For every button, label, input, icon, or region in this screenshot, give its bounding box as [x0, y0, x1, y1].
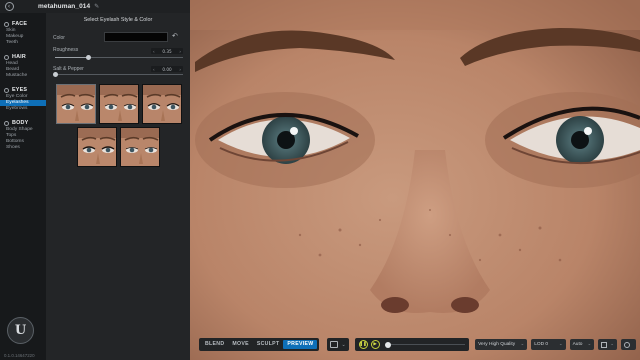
auto-value: Auto — [572, 342, 583, 347]
eyelash-thumbnail-5[interactable] — [120, 127, 160, 167]
nav-group-label: FACE — [12, 21, 28, 27]
decrement-icon[interactable]: ‹ — [153, 67, 155, 72]
lighting-dropdown[interactable]: ⌄ — [598, 339, 617, 350]
sidebar-item-eyebrows[interactable]: Eyebrows — [0, 106, 46, 112]
sidebar: FACE Skin Makeup Teeth HAIR Head Beard M… — [0, 13, 46, 360]
eyelash-preview-image — [78, 128, 116, 166]
nav-group-body: BODY Body Shape Tops Bottoms Shoes — [0, 119, 46, 151]
chevron-down-icon: ⌄ — [341, 341, 346, 348]
eyelash-preview-image — [100, 85, 138, 123]
3d-viewport[interactable] — [190, 0, 640, 360]
mode-switcher: BLEND MOVE SCULPT PREVIEW — [199, 338, 320, 351]
nav-group-body-header[interactable]: BODY — [0, 119, 46, 127]
nav-group-face: FACE Skin Makeup Teeth — [0, 20, 46, 46]
eyelash-panel: Select Eyelash Style & Color Color ↶ Rou… — [46, 13, 190, 360]
chevron-down-icon: ⌄ — [587, 342, 592, 347]
roughness-slider-fill — [55, 57, 89, 58]
roughness-slider[interactable] — [55, 55, 183, 60]
title-bar: ‹ metahuman_014 ✎ — [0, 0, 190, 13]
nav-group-eyes-header[interactable]: EYES — [0, 86, 46, 94]
color-swatch[interactable] — [104, 32, 168, 42]
salt-pepper-slider[interactable] — [53, 72, 183, 77]
eyelash-preview-image — [57, 85, 95, 123]
body-icon — [4, 120, 9, 126]
metahuman-face-render — [190, 0, 640, 360]
chevron-down-icon: ⌄ — [610, 342, 614, 347]
eyelash-thumbnail-3[interactable] — [142, 84, 182, 124]
camera-dropdown[interactable]: ⌄ — [327, 338, 349, 351]
mode-preview-button[interactable]: PREVIEW — [283, 340, 318, 349]
nav-group-label: BODY — [12, 120, 29, 126]
unreal-logo-icon: U — [7, 317, 34, 344]
nav-group-eyes: EYES Eye Color Eyelashes Eyebrows — [0, 86, 46, 112]
nav-group-hair: HAIR Head Beard Mustache — [0, 53, 46, 79]
color-label: Color — [53, 35, 65, 41]
animation-timeline[interactable] — [384, 341, 466, 348]
salt-pepper-value: 0.00 — [162, 66, 172, 72]
quality-value: Very High Quality — [478, 342, 516, 347]
roughness-slider-handle[interactable] — [86, 55, 92, 60]
nav-group-label: HAIR — [12, 54, 26, 60]
play-button[interactable]: ▶ — [370, 340, 380, 349]
background-icon — [624, 341, 630, 348]
eyelash-preview-image — [143, 85, 181, 123]
reset-icon[interactable]: ↶ — [172, 33, 178, 40]
chevron-down-icon: ⌄ — [558, 342, 563, 347]
salt-pepper-field[interactable]: ‹ 0.00 › — [151, 66, 183, 72]
viewport-toolbar: BLEND MOVE SCULPT PREVIEW ⌄ ❚❚ ▶ Very Hi… — [199, 337, 636, 352]
face-icon — [4, 21, 9, 27]
panel-title: Select Eyelash Style & Color — [83, 17, 153, 23]
lod-value: LOD 0 — [534, 342, 549, 347]
animation-controls: ❚❚ ▶ — [354, 338, 470, 351]
eyelash-preview-image — [121, 128, 159, 166]
quality-dropdown[interactable]: Very High Quality ⌄ — [475, 339, 528, 350]
background-dropdown[interactable] — [621, 339, 636, 350]
nav-group-hair-header[interactable]: HAIR — [0, 53, 46, 61]
sidebar-item-teeth[interactable]: Teeth — [0, 40, 46, 46]
lod-dropdown[interactable]: LOD 0 ⌄ — [531, 339, 566, 350]
eye-icon — [4, 87, 9, 93]
eyelash-thumbnail-2[interactable] — [99, 84, 139, 124]
decrement-icon[interactable]: ‹ — [153, 49, 155, 54]
camera-icon — [330, 341, 339, 348]
project-title: metahuman_014 — [38, 3, 91, 10]
mode-move-button[interactable]: MOVE — [228, 340, 252, 349]
back-button[interactable]: ‹ — [2, 1, 16, 12]
roughness-label: Roughness — [53, 47, 79, 53]
back-arrow-icon: ‹ — [4, 2, 14, 11]
increment-icon[interactable]: › — [179, 67, 181, 72]
hair-icon — [4, 54, 9, 60]
roughness-value: 0.35 — [162, 48, 172, 54]
increment-icon[interactable]: › — [179, 49, 181, 54]
timeline-scrubber[interactable] — [384, 341, 391, 348]
eyelash-thumbnail-1[interactable] — [56, 84, 96, 124]
mode-sculpt-button[interactable]: SCULPT — [253, 340, 284, 349]
version-label: 0.1.0.14647220 — [4, 353, 35, 358]
sidebar-item-shoes[interactable]: Shoes — [0, 145, 46, 151]
eyelash-thumbnail-4[interactable] — [77, 127, 117, 167]
lighting-icon — [601, 341, 608, 348]
salt-pepper-slider-handle[interactable] — [53, 72, 58, 77]
nav-group-face-header[interactable]: FACE — [0, 20, 46, 28]
chevron-down-icon: ⌄ — [520, 342, 525, 347]
mode-blend-button[interactable]: BLEND — [201, 340, 228, 349]
salt-pepper-label: Salt & Pepper — [53, 66, 84, 72]
nav-group-label: EYES — [12, 87, 28, 93]
sidebar-item-mustache[interactable]: Mustache — [0, 73, 46, 79]
pause-button[interactable]: ❚❚ — [358, 340, 368, 349]
edit-title-icon[interactable]: ✎ — [94, 3, 99, 10]
auto-dropdown[interactable]: Auto ⌄ — [569, 339, 595, 350]
roughness-field[interactable]: ‹ 0.35 › — [151, 48, 183, 54]
